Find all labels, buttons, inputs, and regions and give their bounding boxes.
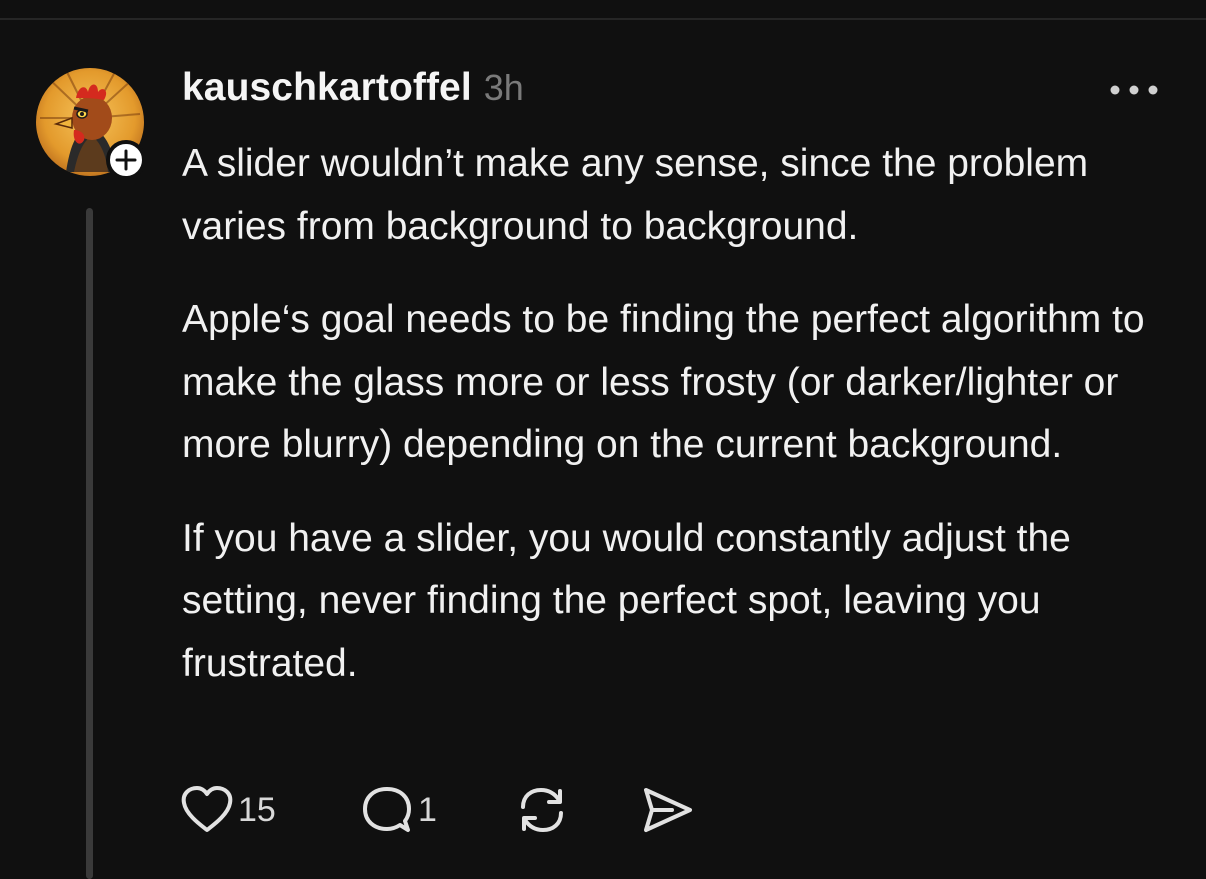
reply-count: 1 [418, 790, 437, 829]
like-button[interactable]: 15 [180, 782, 276, 838]
post: kauschkartoffel 3h A slider wouldn’t mak… [0, 0, 1206, 879]
like-count: 15 [238, 790, 276, 829]
follow-button[interactable] [106, 140, 146, 180]
heart-icon [181, 786, 233, 832]
post-paragraph: Apple‘s goal needs to be finding the per… [182, 298, 1145, 466]
post-timestamp: 3h [483, 67, 524, 108]
post-body: A slider wouldn’t make any sense, since … [182, 133, 1192, 726]
post-paragraph: If you have a slider, you would constant… [182, 516, 1071, 685]
reply-button[interactable]: 1 [360, 782, 437, 838]
avatar-container[interactable] [36, 68, 148, 180]
share-button[interactable] [638, 782, 696, 838]
more-options-button[interactable] [1106, 72, 1162, 108]
username-link[interactable]: kauschkartoffel [182, 66, 472, 110]
send-icon [644, 788, 692, 832]
thread-line [86, 208, 93, 879]
repost-button[interactable] [514, 782, 570, 838]
plus-icon [115, 149, 137, 171]
post-paragraph: A slider wouldn’t make any sense, since … [182, 142, 1089, 248]
more-dots-icon [1110, 85, 1158, 95]
repost-icon [521, 787, 563, 833]
post-header: kauschkartoffel 3h [182, 66, 524, 116]
comment-bubble-icon [363, 787, 411, 832]
